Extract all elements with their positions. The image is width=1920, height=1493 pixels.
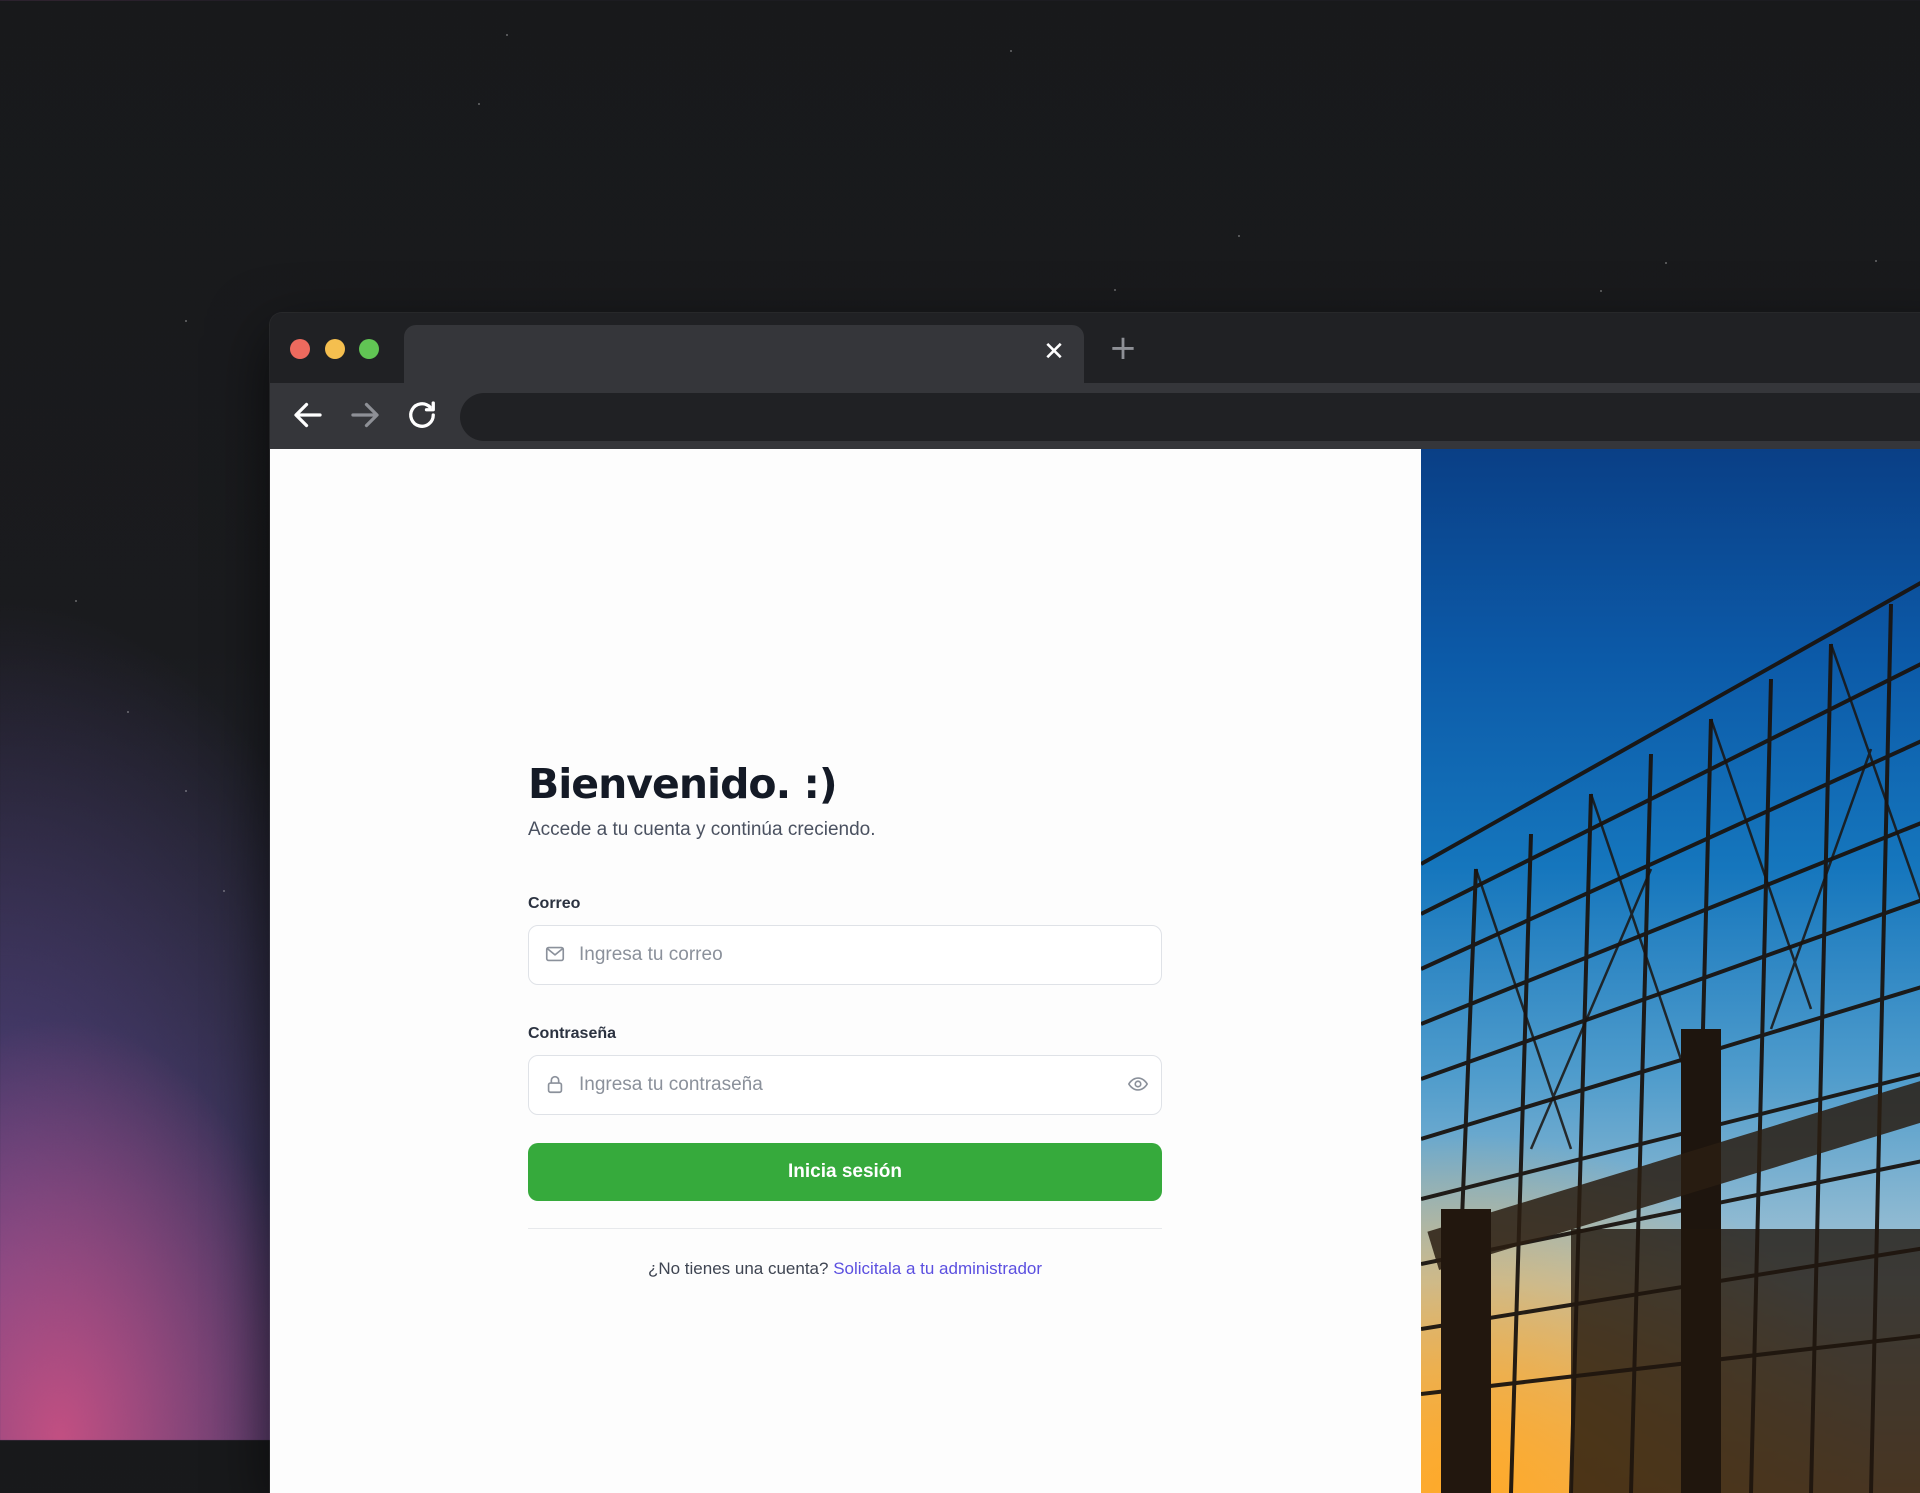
login-form: Bienvenido. :) Accede a tu cuenta y cont…	[528, 759, 1162, 1279]
lock-icon	[547, 1075, 563, 1094]
email-field[interactable]	[528, 925, 1162, 985]
login-pane: Bienvenido. :) Accede a tu cuenta y cont…	[270, 449, 1421, 1493]
close-window-button[interactable]	[290, 339, 310, 359]
scaffolding-illustration	[1421, 581, 1920, 1493]
signup-prompt: ¿No tienes una cuenta? Solicitala a tu a…	[528, 1259, 1162, 1279]
divider	[528, 1228, 1162, 1229]
page-viewport: Bienvenido. :) Accede a tu cuenta y cont…	[270, 449, 1920, 1493]
tab-bar: ✕ +	[270, 313, 1920, 383]
eye-icon[interactable]	[1127, 1073, 1149, 1095]
page-subtitle: Accede a tu cuenta y continúa creciendo.	[528, 819, 876, 840]
request-account-link[interactable]: Solicitala a tu administrador	[833, 1259, 1042, 1278]
browser-window: ✕ + Bienvenido. :) Accede a tu cuenta y …	[270, 313, 1920, 1493]
maximize-window-button[interactable]	[359, 339, 379, 359]
password-label: Contraseña	[528, 1025, 617, 1042]
signup-prompt-text: ¿No tienes una cuenta?	[647, 1259, 829, 1278]
address-bar[interactable]	[460, 393, 1920, 441]
new-tab-icon[interactable]: +	[1103, 328, 1143, 368]
email-input[interactable]	[577, 926, 1101, 984]
hero-image	[1421, 449, 1920, 1493]
email-label: Correo	[528, 895, 581, 912]
arrow-left-icon[interactable]	[290, 397, 326, 433]
browser-toolbar	[270, 383, 1920, 449]
mail-icon	[545, 946, 565, 962]
minimize-window-button[interactable]	[325, 339, 345, 359]
arrow-right-icon[interactable]	[347, 397, 383, 433]
page-title: Bienvenido. :)	[528, 760, 838, 808]
login-button[interactable]: Inicia sesión	[528, 1143, 1162, 1201]
browser-tab[interactable]: ✕	[404, 325, 1084, 383]
password-field[interactable]	[528, 1055, 1162, 1115]
close-tab-icon[interactable]: ✕	[1040, 337, 1068, 365]
reload-icon[interactable]	[404, 397, 440, 433]
password-input[interactable]	[577, 1056, 1101, 1114]
